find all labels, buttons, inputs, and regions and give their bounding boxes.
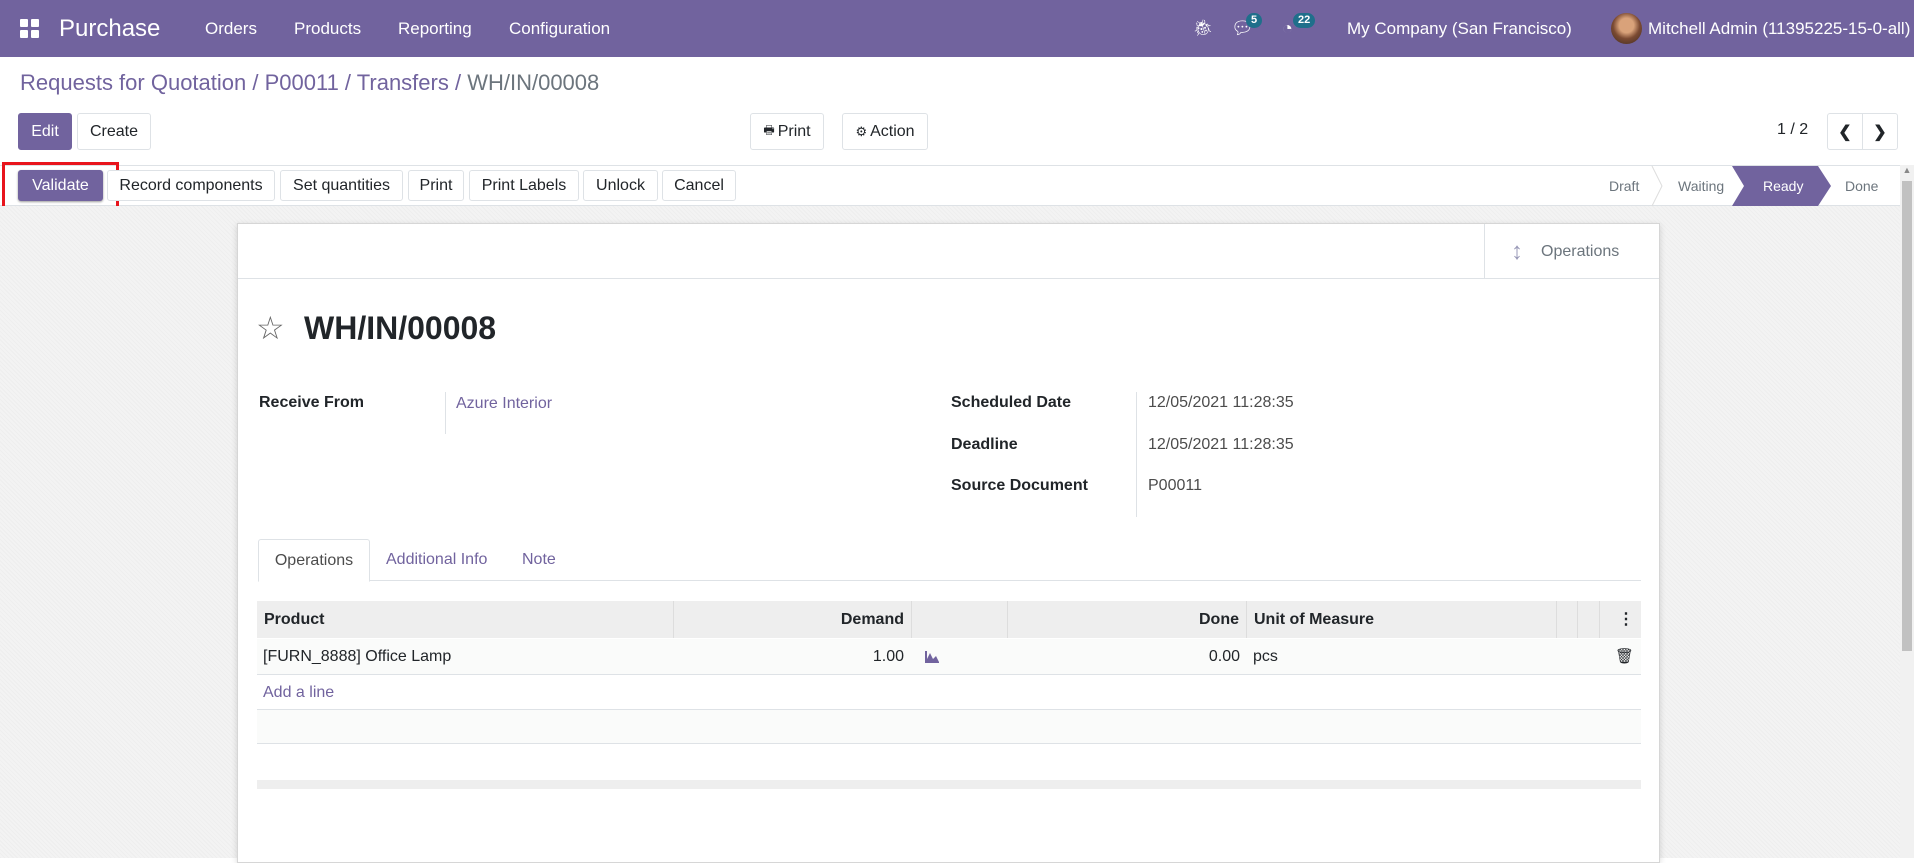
user-avatar[interactable] (1611, 13, 1642, 44)
empty-row (257, 710, 1641, 744)
print-dropdown-button[interactable]: 🖶 Print (750, 113, 824, 150)
set-quantities-button[interactable]: Set quantities (280, 170, 403, 201)
scrollbar-thumb[interactable] (1902, 181, 1912, 651)
breadcrumb-transfers[interactable]: Transfers (357, 70, 449, 95)
field-divider (1136, 392, 1137, 517)
status-step-waiting[interactable]: Waiting (1678, 166, 1724, 206)
column-done[interactable]: Done (1008, 601, 1247, 638)
optional-columns-kebab-icon[interactable]: ⋮ (1600, 601, 1641, 638)
menu-orders[interactable]: Orders (205, 0, 257, 57)
record-title: WH/IN/00008 (304, 310, 497, 346)
breadcrumb-rfq[interactable]: Requests for Quotation (20, 70, 246, 95)
row-uom: pcs (1253, 648, 1278, 665)
row-demand: 1.00 (872, 648, 904, 665)
source-document-label: Source Document (951, 477, 1088, 494)
messages-icon[interactable]: 💬︎ (1231, 0, 1254, 57)
table-header: Product Demand Done Unit of Measure ⋮ (257, 601, 1641, 638)
unlock-button[interactable]: Unlock (583, 170, 658, 201)
app-name[interactable]: Purchase (59, 0, 160, 57)
top-navbar: Purchase Orders Products Reporting Confi… (0, 0, 1914, 57)
action-dropdown-button[interactable]: ⚙ Action (842, 113, 928, 150)
table-row[interactable]: [FURN_8888] Office Lamp 1.00 0.00 pcs 🗑︎ (257, 639, 1641, 675)
record-components-button[interactable]: Record components (107, 170, 275, 201)
pager-previous-button[interactable]: ❮ (1827, 113, 1863, 150)
breadcrumb: Requests for Quotation / P00011 / Transf… (20, 70, 600, 95)
status-step-draft[interactable]: Draft (1609, 166, 1639, 206)
user-menu[interactable]: Mitchell Admin (11395225-15-0-all) (1648, 0, 1910, 57)
scroll-up-arrow[interactable]: ▲ (1900, 165, 1914, 179)
debug-bug-icon[interactable]: 🐞︎ (1193, 0, 1213, 57)
menu-reporting[interactable]: Reporting (398, 0, 472, 57)
operations-table: Product Demand Done Unit of Measure ⋮ [F… (257, 601, 1641, 791)
add-line-link[interactable]: Add a line (263, 675, 334, 711)
receive-from-label: Receive From (259, 394, 364, 411)
print-labels-button[interactable]: Print Labels (469, 170, 579, 201)
form-sheet: ↕ Operations ☆ WH/IN/00008 Receive From … (237, 223, 1660, 863)
breadcrumb-current: WH/IN/00008 (467, 70, 600, 95)
row-done: 0.00 (1208, 648, 1240, 665)
field-divider (445, 392, 446, 434)
tab-additional-info[interactable]: Additional Info (386, 539, 487, 581)
favorite-star-icon[interactable]: ☆ (256, 309, 285, 347)
delete-row-trash-icon[interactable]: 🗑︎ (1615, 639, 1634, 675)
print-button[interactable]: Print (408, 170, 464, 201)
column-uom[interactable]: Unit of Measure (1247, 601, 1557, 638)
column-forecast (912, 601, 1008, 638)
operations-smart-button[interactable]: ↕ Operations (1484, 224, 1659, 279)
add-line-row: Add a line (257, 675, 1641, 710)
breadcrumb-po[interactable]: P00011 (265, 70, 339, 95)
create-button[interactable]: Create (77, 113, 151, 150)
table-footer (257, 780, 1641, 789)
cancel-button[interactable]: Cancel (662, 170, 736, 201)
status-separator (1651, 166, 1663, 206)
column-demand[interactable]: Demand (674, 601, 912, 638)
menu-products[interactable]: Products (294, 0, 361, 57)
button-box (238, 224, 1659, 279)
deadline-value: 12/05/2021 11:28:35 (1148, 436, 1294, 453)
tab-operations[interactable]: Operations (258, 539, 370, 582)
column-extra (1578, 601, 1600, 638)
forecast-chart-icon[interactable] (924, 651, 940, 664)
status-step-done[interactable]: Done (1845, 166, 1878, 206)
messages-count-badge: 5 (1246, 13, 1263, 28)
receive-from-value[interactable]: Azure Interior (456, 395, 552, 413)
status-step-ready: Ready (1763, 178, 1804, 194)
arrows-vertical-icon: ↕ (1511, 237, 1523, 265)
pager-value[interactable]: 1 / 2 (1777, 121, 1808, 139)
scheduled-date-value: 12/05/2021 11:28:35 (1148, 394, 1294, 411)
company-switcher[interactable]: My Company (San Francisco) (1347, 0, 1572, 57)
printer-icon: 🖶 (763, 123, 775, 137)
column-product[interactable]: Product (257, 601, 674, 638)
apps-menu-icon[interactable] (20, 19, 39, 38)
activities-clock-icon[interactable]: ◔ (1282, 0, 1293, 57)
tab-note[interactable]: Note (522, 539, 556, 581)
scheduled-date-label: Scheduled Date (951, 394, 1072, 411)
activities-count-badge: 22 (1293, 13, 1316, 28)
menu-configuration[interactable]: Configuration (509, 0, 610, 57)
row-product[interactable]: [FURN_8888] Office Lamp (263, 639, 451, 675)
gear-icon: ⚙ (855, 123, 868, 139)
deadline-label: Deadline (951, 436, 1018, 453)
edit-button[interactable]: Edit (18, 113, 72, 150)
source-document-value: P00011 (1148, 477, 1202, 494)
pager-next-button[interactable]: ❯ (1862, 113, 1898, 150)
column-extra (1557, 601, 1578, 638)
scrollbar[interactable]: ▲ (1900, 165, 1914, 858)
